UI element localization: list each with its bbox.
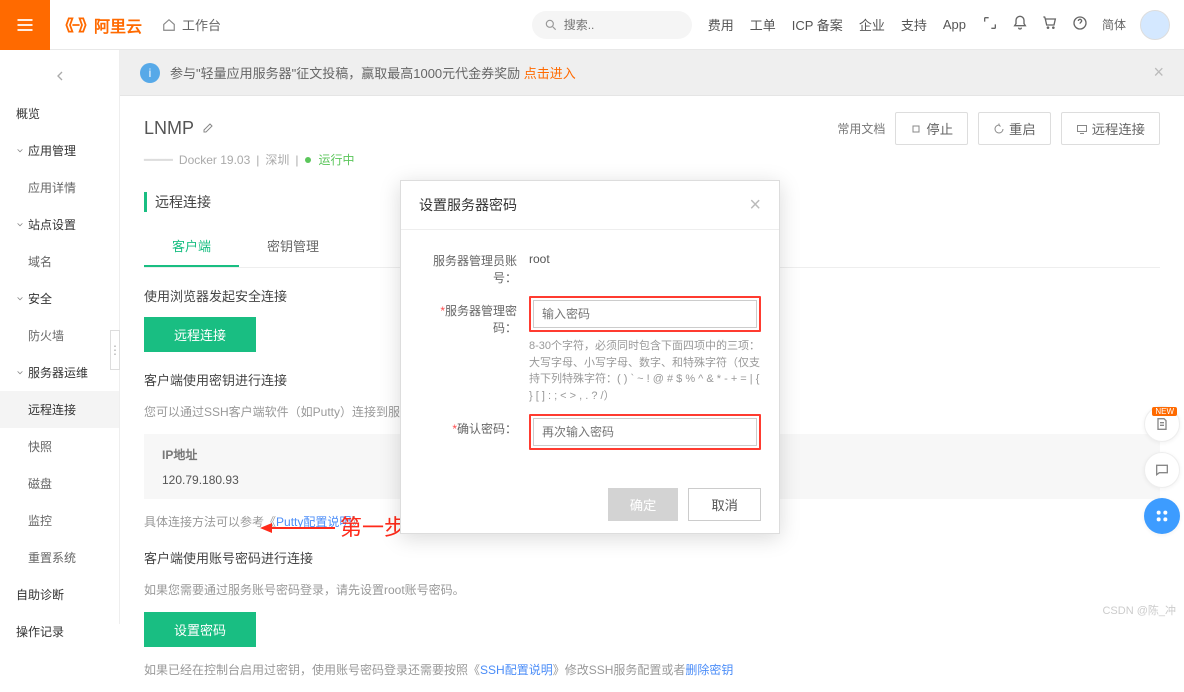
- stop-button[interactable]: 停止: [895, 112, 968, 145]
- nav-ticket[interactable]: 工单: [750, 15, 776, 34]
- doc-link[interactable]: 常用文档: [837, 120, 885, 137]
- cancel-button[interactable]: 取消: [688, 488, 761, 521]
- set-password-button[interactable]: 设置密码: [144, 612, 256, 647]
- nav-enterprise[interactable]: 企业: [859, 15, 885, 34]
- password-hint: 8-30个字符，必须同时包含下面四项中的三项：大写字母、小写字母、数字、和特殊字…: [529, 338, 761, 404]
- hamburger-menu[interactable]: [0, 0, 50, 50]
- sidebar-handle[interactable]: ⋮: [110, 330, 120, 370]
- confirm-label: *确认密码：: [419, 414, 529, 437]
- sidebar-item-security[interactable]: 安全: [0, 280, 119, 317]
- info-icon: i: [140, 63, 160, 83]
- help-icon[interactable]: [1072, 15, 1088, 34]
- delete-key-link[interactable]: 删除密钥: [685, 663, 733, 677]
- banner-text: 参与"轻量应用服务器"征文投稿，赢取最高1000元代金券奖励 点击进入: [170, 63, 576, 82]
- avatar[interactable]: [1140, 10, 1170, 40]
- sidebar-item-reset[interactable]: 重置系统: [0, 539, 119, 576]
- nav-icp[interactable]: ICP 备案: [792, 15, 843, 34]
- confirm-input[interactable]: [533, 418, 757, 446]
- edit-icon[interactable]: [202, 118, 214, 139]
- float-apps[interactable]: [1144, 498, 1180, 534]
- sidebar-item-log[interactable]: 操作记录: [0, 613, 119, 650]
- ssh-link[interactable]: SSH配置说明: [480, 663, 553, 677]
- sidebar-item-remote[interactable]: 远程连接: [0, 391, 119, 428]
- top-bar: 阿里云 工作台 费用 工单 ICP 备案 企业 支持 App 简体: [0, 0, 1184, 50]
- sidebar-item-overview[interactable]: 概览: [0, 95, 119, 132]
- search-input[interactable]: [564, 18, 664, 32]
- sidebar-collapse[interactable]: [0, 60, 119, 95]
- info-banner: i 参与"轻量应用服务器"征文投稿，赢取最高1000元代金券奖励 点击进入 ×: [120, 50, 1184, 96]
- close-icon[interactable]: ×: [749, 195, 761, 215]
- float-chat[interactable]: [1144, 452, 1180, 488]
- sidebar-item-firewall[interactable]: 防火墙: [0, 317, 119, 354]
- sidebar-item-appmgr[interactable]: 应用管理: [0, 132, 119, 169]
- float-buttons: NEW: [1144, 406, 1180, 534]
- sidebar-item-appdetail[interactable]: 应用详情: [0, 169, 119, 206]
- sidebar-item-site[interactable]: 站点设置: [0, 206, 119, 243]
- ssh-line: 如果已经在控制台启用过密钥，使用账号密码登录还需要按照《SSH配置说明》修改SS…: [144, 661, 1160, 678]
- page-meta: ━━━━ Docker 19.03 | 深圳 | 运行中: [120, 151, 1184, 180]
- putty-link[interactable]: Putty配置说明: [276, 515, 351, 529]
- account-label: 服务器管理员账号：: [419, 246, 529, 286]
- sidebar-item-ops[interactable]: 服务器运维: [0, 354, 119, 391]
- top-nav: 费用 工单 ICP 备案 企业 支持 App: [708, 15, 966, 34]
- page-header: LNMP 常用文档 停止 重启 远程连接: [120, 96, 1184, 151]
- sidebar-item-domain[interactable]: 域名: [0, 243, 119, 280]
- float-doc[interactable]: NEW: [1144, 406, 1180, 442]
- sidebar-item-snapshot[interactable]: 快照: [0, 428, 119, 465]
- sidebar-item-diagnose[interactable]: 自助诊断: [0, 576, 119, 613]
- remote-connect-button[interactable]: 远程连接: [144, 317, 256, 352]
- banner-close[interactable]: ×: [1153, 62, 1164, 83]
- watermark: CSDN @陈_冲: [1102, 602, 1176, 618]
- top-icons: 简体: [982, 15, 1126, 34]
- lang-switch[interactable]: 简体: [1102, 16, 1126, 33]
- pwd-conn-title: 客户端使用账号密码进行连接: [144, 548, 1160, 567]
- remote-button-top[interactable]: 远程连接: [1061, 112, 1160, 145]
- nav-support[interactable]: 支持: [901, 15, 927, 34]
- modal-title: 设置服务器密码: [419, 195, 517, 215]
- tab-keymgr[interactable]: 密钥管理: [239, 226, 347, 267]
- logo[interactable]: 阿里云: [64, 13, 142, 37]
- sidebar-item-monitor[interactable]: 监控: [0, 502, 119, 539]
- account-value: root: [529, 246, 761, 266]
- set-password-modal: 设置服务器密码 × 服务器管理员账号： root *服务器管理密码： 8-30个…: [400, 180, 780, 534]
- cart-icon[interactable]: [1042, 15, 1058, 34]
- bell-icon[interactable]: [1012, 15, 1028, 34]
- sidebar: 概览 应用管理 应用详情 站点设置 域名 安全 防火墙 服务器运维 远程连接 快…: [0, 50, 120, 624]
- nav-app[interactable]: App: [943, 17, 966, 32]
- sidebar-item-disk[interactable]: 磁盘: [0, 465, 119, 502]
- nav-fee[interactable]: 费用: [708, 15, 734, 34]
- restart-button[interactable]: 重启: [978, 112, 1051, 145]
- logo-text: 阿里云: [94, 13, 142, 37]
- ok-button[interactable]: 确定: [608, 488, 679, 521]
- workbench-link[interactable]: 工作台: [162, 15, 221, 34]
- banner-link[interactable]: 点击进入: [524, 66, 576, 81]
- page-title: LNMP: [144, 118, 214, 139]
- tab-client[interactable]: 客户端: [144, 226, 239, 267]
- expand-icon[interactable]: [982, 15, 998, 34]
- password-input[interactable]: [533, 300, 757, 328]
- search-box[interactable]: [532, 11, 692, 39]
- pwd-conn-desc: 如果您需要通过服务账号密码登录，请先设置root账号密码。: [144, 581, 1160, 598]
- password-label: *服务器管理密码：: [419, 296, 529, 336]
